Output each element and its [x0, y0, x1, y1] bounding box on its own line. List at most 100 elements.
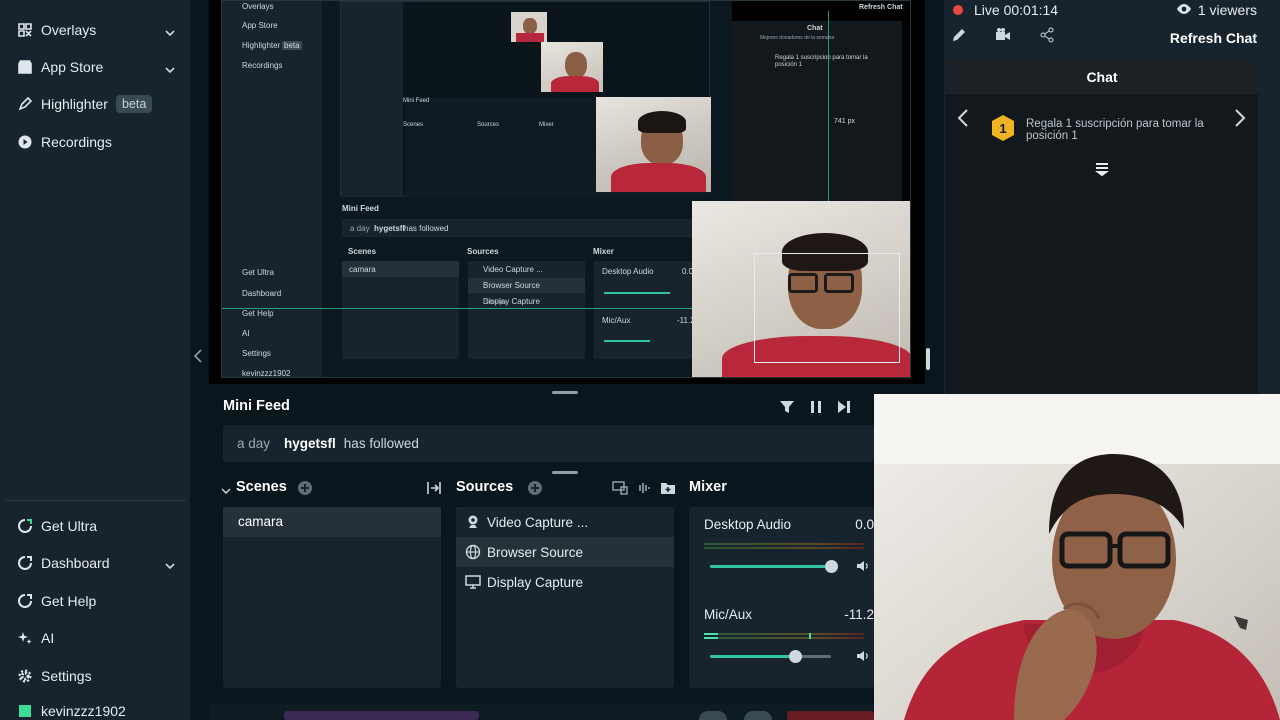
highlighter-icon: [17, 96, 33, 112]
go-live-bar[interactable]: [284, 711, 479, 720]
sidebar-item-label: AI: [41, 630, 55, 646]
chevron-left-icon[interactable]: [957, 108, 969, 134]
preview-webcam-source[interactable]: [692, 201, 910, 377]
sidebar-item-label: Settings: [41, 668, 92, 684]
mixer-panel: [689, 507, 874, 688]
inner-label: Recordings: [242, 61, 283, 70]
inner-label: beta: [282, 41, 302, 50]
goal-text: Regala 1 suscripción para tomar la posic…: [1026, 118, 1204, 142]
inner-webcam-feed: [596, 97, 711, 192]
webcam-feed: [874, 394, 1280, 720]
inner-label: Overlays: [242, 2, 274, 11]
inner-label: Mini Feed: [403, 98, 430, 104]
inner-label: Scenes: [348, 247, 377, 256]
viewer-count-label: 1 viewers: [1197, 2, 1257, 18]
medal-rank: 1: [999, 121, 1006, 136]
refresh-chat-button[interactable]: Refresh Chat: [1170, 30, 1257, 46]
control-button[interactable]: [744, 711, 772, 720]
inner-label: Dashboard: [242, 289, 282, 298]
feed-time: a day: [237, 436, 271, 451]
sidebar: Overlays App Store Highlighter beta Reco…: [0, 0, 191, 720]
volume-slider-fill: [710, 565, 831, 568]
skip-icon[interactable]: [836, 399, 852, 415]
inner-label: Get Help: [242, 309, 274, 318]
menu-icon[interactable]: [1094, 162, 1110, 177]
source-display-icon[interactable]: [612, 480, 628, 496]
preview-resize-handle[interactable]: [926, 348, 930, 370]
source-item[interactable]: Video Capture ...: [456, 507, 674, 537]
user-icon: [17, 703, 33, 719]
volume-slider[interactable]: [710, 650, 831, 663]
sidebar-item-get-ultra[interactable]: Get Ultra: [0, 509, 191, 543]
inner-label: App Store: [242, 21, 278, 30]
chevron-left-icon[interactable]: [193, 349, 205, 367]
viewer-count: 1 viewers: [1176, 2, 1257, 18]
speaker-icon[interactable]: [856, 559, 870, 573]
inner-label: Mini Feed: [342, 204, 379, 213]
sidebar-item-app-store[interactable]: App Store: [0, 50, 191, 84]
source-item[interactable]: Display Capture: [456, 567, 674, 597]
inner-label: camara: [349, 265, 376, 274]
end-button[interactable]: [787, 711, 874, 720]
scenes-title: Scenes: [236, 479, 287, 495]
source-item[interactable]: Browser Source: [456, 537, 674, 567]
dock-drag-handle[interactable]: [552, 471, 578, 474]
source-label: Display Capture: [487, 574, 584, 590]
control-button[interactable]: [699, 711, 727, 720]
volume-slider[interactable]: [710, 560, 838, 573]
folder-add-icon[interactable]: [660, 480, 676, 496]
overlays-icon: [17, 22, 33, 38]
scene-item[interactable]: camara: [223, 507, 441, 537]
sidebar-item-label: Dashboard: [41, 555, 110, 571]
share-icon[interactable]: [1039, 27, 1057, 45]
speaker-icon[interactable]: [856, 649, 870, 663]
sidebar-item-recordings[interactable]: Recordings: [0, 125, 191, 159]
inner-sidebar: Overlays App Store Highlighter beta Reco…: [222, 1, 322, 377]
sidebar-user[interactable]: kevinzzz1902: [0, 702, 191, 720]
live-label: Live: [974, 2, 1000, 18]
sidebar-item-label: Get Help: [41, 593, 97, 609]
webcam-icon: [465, 514, 481, 530]
chat-goal: 1 Regala 1 suscripción para tomar la pos…: [990, 114, 1220, 148]
inner-nested-preview: Mini Feed Scenes Sources Mixer: [340, 1, 711, 197]
sidebar-item-overlays[interactable]: Overlays: [0, 13, 191, 47]
volume-slider-knob[interactable]: [825, 560, 838, 573]
chat-box: [946, 60, 1258, 394]
dock-drag-handle[interactable]: [552, 391, 578, 394]
eye-icon: [1176, 2, 1192, 18]
filter-icon[interactable]: [779, 399, 795, 415]
chevron-down-icon[interactable]: [165, 557, 175, 573]
source-audio-icon[interactable]: [637, 480, 653, 496]
camera-icon[interactable]: [995, 27, 1013, 45]
inner-label: 741 px: [834, 118, 856, 125]
feed-user[interactable]: hygetsfl: [284, 436, 336, 451]
chevron-right-icon[interactable]: [1234, 108, 1246, 134]
feed-event[interactable]: a day hygetsfl has followed: [223, 425, 874, 462]
alignment-guide: [222, 308, 692, 309]
add-source-icon[interactable]: [527, 480, 543, 496]
sidebar-item-get-help[interactable]: Get Help: [0, 584, 191, 618]
chevron-down-icon[interactable]: [221, 482, 233, 498]
pause-icon[interactable]: [808, 399, 824, 415]
sidebar-item-settings[interactable]: Settings: [0, 659, 191, 693]
volume-slider-knob[interactable]: [789, 650, 802, 663]
collapse-dock-icon[interactable]: [426, 480, 442, 496]
stream-preview[interactable]: Overlays App Store Highlighter beta Reco…: [209, 0, 930, 384]
sidebar-item-dashboard[interactable]: Dashboard: [0, 546, 191, 580]
pencil-icon[interactable]: [951, 27, 969, 45]
webcam-overlay: [874, 394, 1280, 720]
mixer-channel-name: Mic/Aux: [704, 607, 753, 622]
volume-slider-fill: [710, 655, 795, 658]
chevron-down-icon[interactable]: [165, 61, 175, 77]
selection-box[interactable]: [754, 253, 900, 363]
store-icon: [17, 59, 33, 75]
chevron-down-icon[interactable]: [165, 24, 175, 40]
sidebar-item-ai[interactable]: AI: [0, 621, 191, 655]
inner-label: Get Ultra: [242, 268, 275, 277]
inner-label: hygetsfl: [374, 224, 405, 233]
sidebar-item-highlighter[interactable]: Highlighter beta: [0, 87, 191, 121]
inner-label: AI: [242, 329, 250, 338]
inner-label: Highlighter: [242, 41, 281, 50]
add-scene-icon[interactable]: [297, 480, 313, 496]
inner-label: Browser Source: [483, 281, 540, 290]
